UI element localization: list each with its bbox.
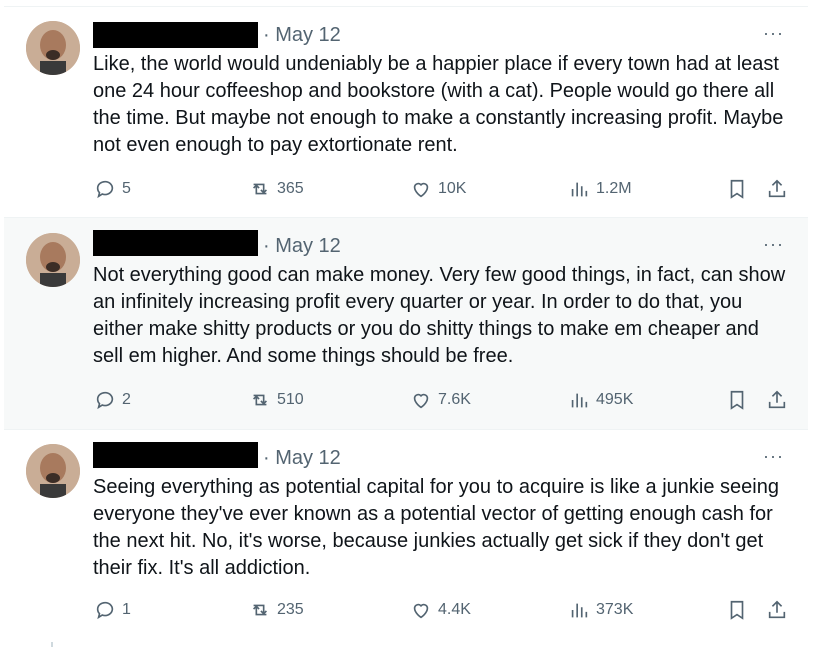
views-icon [571, 182, 588, 197]
avatar[interactable] [26, 233, 80, 287]
reply-button[interactable]: 1 [94, 598, 131, 622]
retweet-button[interactable]: 235 [249, 598, 304, 622]
share-icon [768, 600, 786, 619]
avatar[interactable] [26, 21, 80, 75]
thread: · May 12 ··· Like, the world would unden… [0, 0, 813, 647]
more-options-icon[interactable]: ··· [763, 23, 784, 43]
tweet[interactable]: · May 12 ··· Not everything good can mak… [4, 218, 808, 430]
like-icon [413, 182, 429, 198]
tweet[interactable]: · May 12 ··· Like, the world would unden… [4, 6, 808, 218]
redacted-username [93, 22, 258, 48]
views-button[interactable]: 495K [568, 388, 633, 412]
retweet-button[interactable]: 510 [249, 388, 304, 412]
like-icon [413, 603, 429, 619]
avatar-image [26, 444, 80, 498]
view-count: 495K [596, 391, 634, 408]
like-count: 4.4K [438, 601, 471, 618]
reply-icon [96, 391, 114, 410]
retweet-icon [252, 394, 268, 406]
share-button[interactable] [766, 598, 788, 622]
tweet-text: Not everything good can make money. Very… [93, 264, 786, 367]
bookmark-icon [730, 179, 744, 199]
view-count: 373K [596, 601, 634, 618]
reply-icon [96, 601, 114, 620]
like-count: 10K [438, 180, 467, 197]
tweet-actions: 2 510 7.6K 495K [94, 388, 794, 412]
tweet-date[interactable]: · May 12 [263, 446, 341, 470]
tweet-date[interactable]: · May 12 [263, 234, 341, 258]
reply-count: 5 [122, 180, 131, 197]
like-count: 7.6K [438, 391, 471, 408]
like-button[interactable]: 4.4K [410, 598, 471, 622]
like-icon [413, 393, 429, 409]
avatar[interactable] [26, 444, 80, 498]
retweet-icon [252, 604, 268, 616]
tweet-text: Like, the world would undeniably be a ha… [93, 53, 784, 156]
like-button[interactable]: 10K [410, 177, 466, 201]
share-button[interactable] [766, 388, 788, 412]
like-button[interactable]: 7.6K [410, 388, 471, 412]
bookmark-button[interactable] [726, 177, 748, 201]
share-icon [768, 390, 786, 409]
bookmark-button[interactable] [726, 598, 748, 622]
bookmark-button[interactable] [726, 388, 748, 412]
views-button[interactable]: 373K [568, 598, 633, 622]
tweet-actions: 1 235 4.4K 373K [94, 598, 794, 622]
share-button[interactable] [766, 177, 788, 201]
redacted-username [93, 230, 258, 256]
more-options-icon[interactable]: ··· [763, 234, 784, 254]
bookmark-icon [730, 600, 744, 620]
more-options-icon[interactable]: ··· [763, 446, 784, 466]
retweet-icon [252, 183, 268, 195]
reply-count: 2 [122, 391, 131, 408]
views-icon [571, 603, 588, 618]
bookmark-icon [730, 390, 744, 410]
share-icon [768, 179, 786, 198]
avatar-image [26, 233, 80, 287]
retweet-button[interactable]: 365 [249, 177, 304, 201]
tweet-actions: 5 365 10K 1.2M [94, 177, 794, 201]
tweet-date[interactable]: · May 12 [263, 23, 341, 47]
tweet-text: Seeing everything as potential capital f… [93, 476, 779, 579]
redacted-username [93, 442, 258, 468]
reply-button[interactable]: 5 [94, 177, 131, 201]
reply-count: 1 [122, 601, 131, 618]
views-icon [571, 393, 588, 408]
reply-icon [96, 180, 114, 199]
retweet-count: 365 [277, 180, 304, 197]
view-count: 1.2M [596, 180, 632, 197]
retweet-count: 510 [277, 391, 304, 408]
tweet[interactable]: · May 12 ··· Seeing everything as potent… [4, 430, 808, 642]
views-button[interactable]: 1.2M [568, 177, 632, 201]
retweet-count: 235 [277, 601, 304, 618]
reply-button[interactable]: 2 [94, 388, 131, 412]
avatar-image [26, 21, 80, 75]
